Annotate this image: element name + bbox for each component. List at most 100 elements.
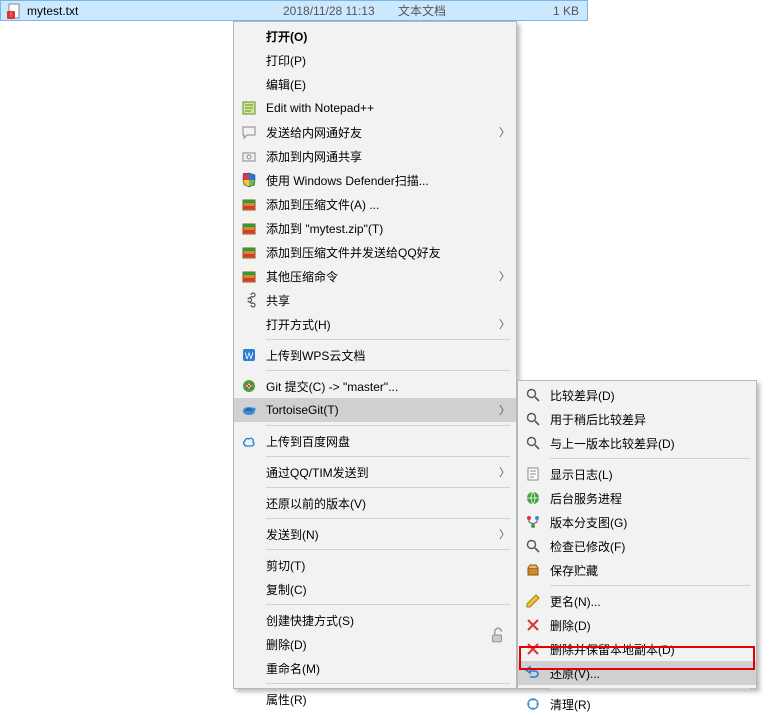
menu-send-intranet-friend[interactable]: 发送给内网通好友 〉	[234, 120, 516, 144]
label-delete-keep: 删除并保留本地副本(D)	[544, 641, 750, 658]
separator	[266, 549, 510, 550]
label-properties: 属性(R)	[260, 691, 510, 708]
label-qq-tim: 通过QQ/TIM发送到	[260, 464, 496, 481]
menu-rename[interactable]: 重命名(M)	[234, 656, 516, 680]
submenu-diff-prev[interactable]: 与上一版本比较差异(D)	[518, 431, 756, 455]
menu-notepadpp[interactable]: Edit with Notepad++	[234, 96, 516, 120]
blank-icon	[238, 657, 260, 679]
submenu-stash[interactable]: 保存贮藏	[518, 558, 756, 582]
archive-icon	[238, 241, 260, 263]
menu-tortoisegit[interactable]: TortoiseGit(T) 〉	[234, 398, 516, 422]
menu-cut[interactable]: 剪切(T)	[234, 553, 516, 577]
menu-open[interactable]: 打开(O)	[234, 24, 516, 48]
tortoisegit-submenu: 比较差异(D) 用于稍后比较差异 与上一版本比较差异(D) 显示日志(L) 后台…	[517, 380, 757, 689]
menu-create-shortcut[interactable]: 创建快捷方式(S)	[234, 608, 516, 632]
menu-git-commit[interactable]: Git 提交(C) -> "master"...	[234, 374, 516, 398]
menu-add-archive-send-qq[interactable]: 添加到压缩文件并发送给QQ好友	[234, 240, 516, 264]
submenu-log[interactable]: 显示日志(L)	[518, 462, 756, 486]
label-cleanup: 清理(R)	[544, 696, 750, 713]
submenu-rename[interactable]: 更名(N)...	[518, 589, 756, 613]
label-revert: 还原(V)...	[544, 665, 750, 682]
file-row[interactable]: ! mytest.txt 2018/11/28 11:13 文本文档 1 KB	[0, 0, 588, 21]
label-add-send-qq: 添加到压缩文件并发送给QQ好友	[260, 244, 510, 261]
menu-properties[interactable]: 属性(R)	[234, 687, 516, 711]
label-rename2: 更名(N)...	[544, 593, 750, 610]
menu-edit[interactable]: 编辑(E)	[234, 72, 516, 96]
archive-icon	[238, 217, 260, 239]
branch-icon	[522, 511, 544, 533]
separator	[266, 518, 510, 519]
blank-icon	[238, 554, 260, 576]
blank-icon	[238, 461, 260, 483]
label-git-commit: Git 提交(C) -> "master"...	[260, 378, 510, 395]
delete-x-icon	[522, 614, 544, 636]
label-delete2: 删除(D)	[544, 617, 750, 634]
label-delete: 删除(D)	[260, 636, 510, 653]
tortoisegit-icon	[238, 399, 260, 421]
menu-wps-cloud[interactable]: W 上传到WPS云文档	[234, 343, 516, 367]
menu-share[interactable]: 共享	[234, 288, 516, 312]
magnifier-icon	[522, 384, 544, 406]
menu-baidu-pan[interactable]: 上传到百度网盘	[234, 429, 516, 453]
separator	[266, 339, 510, 340]
menu-send-qq-tim[interactable]: 通过QQ/TIM发送到 〉	[234, 460, 516, 484]
menu-delete[interactable]: 删除(D)	[234, 632, 516, 656]
label-open-with: 打开方式(H)	[260, 316, 496, 333]
label-share: 共享	[260, 292, 510, 309]
separator	[266, 487, 510, 488]
label-send-to: 发送到(N)	[260, 526, 496, 543]
globe-icon	[522, 487, 544, 509]
label-notepadpp: Edit with Notepad++	[260, 101, 510, 115]
submenu-branch-graph[interactable]: 版本分支图(G)	[518, 510, 756, 534]
label-diff: 比较差异(D)	[544, 387, 750, 404]
label-log: 显示日志(L)	[544, 466, 750, 483]
menu-restore-previous[interactable]: 还原以前的版本(V)	[234, 491, 516, 515]
menu-add-zip[interactable]: 添加到 "mytest.zip"(T)	[234, 216, 516, 240]
menu-print[interactable]: 打印(P)	[234, 48, 516, 72]
blank-icon	[238, 73, 260, 95]
magnifier-icon	[522, 408, 544, 430]
archive-icon	[238, 265, 260, 287]
label-add-zip: 添加到 "mytest.zip"(T)	[260, 220, 510, 237]
submenu-delete-keep[interactable]: 删除并保留本地副本(D)	[518, 637, 756, 661]
label-rename: 重命名(M)	[260, 660, 510, 677]
label-other-zip: 其他压缩命令	[260, 268, 496, 285]
chevron-right-icon: 〉	[496, 268, 510, 284]
separator	[266, 683, 510, 684]
file-size: 1 KB	[528, 4, 587, 18]
label-wps-cloud: 上传到WPS云文档	[260, 347, 510, 364]
label-tortoisegit: TortoiseGit(T)	[260, 403, 496, 417]
separator	[550, 458, 750, 459]
submenu-revert[interactable]: 还原(V)...	[518, 661, 756, 685]
blank-icon	[238, 492, 260, 514]
submenu-diff-later[interactable]: 用于稍后比较差异	[518, 407, 756, 431]
blank-icon	[238, 688, 260, 710]
delete-x-icon	[522, 638, 544, 660]
label-branch-graph: 版本分支图(G)	[544, 514, 750, 531]
magnifier-icon	[522, 432, 544, 454]
baidu-icon	[238, 430, 260, 452]
blank-icon	[238, 578, 260, 600]
submenu-cleanup[interactable]: 清理(R)	[518, 692, 756, 716]
submenu-check-mod[interactable]: 检查已修改(F)	[518, 534, 756, 558]
menu-other-zip[interactable]: 其他压缩命令 〉	[234, 264, 516, 288]
pencil-icon	[522, 590, 544, 612]
submenu-daemon[interactable]: 后台服务进程	[518, 486, 756, 510]
menu-add-intranet-share[interactable]: 添加到内网通共享	[234, 144, 516, 168]
git-commit-icon	[238, 375, 260, 397]
share-icon	[238, 289, 260, 311]
menu-add-archive[interactable]: 添加到压缩文件(A) ...	[234, 192, 516, 216]
submenu-diff[interactable]: 比较差异(D)	[518, 383, 756, 407]
label-add-archive: 添加到压缩文件(A) ...	[260, 196, 510, 213]
archive-icon	[238, 193, 260, 215]
separator	[266, 456, 510, 457]
label-copy: 复制(C)	[260, 581, 510, 598]
menu-copy[interactable]: 复制(C)	[234, 577, 516, 601]
submenu-delete[interactable]: 删除(D)	[518, 613, 756, 637]
menu-send-to[interactable]: 发送到(N) 〉	[234, 522, 516, 546]
share-folder-icon	[238, 145, 260, 167]
separator	[550, 585, 750, 586]
blank-icon	[238, 523, 260, 545]
menu-defender-scan[interactable]: 使用 Windows Defender扫描...	[234, 168, 516, 192]
menu-open-with[interactable]: 打开方式(H) 〉	[234, 312, 516, 336]
